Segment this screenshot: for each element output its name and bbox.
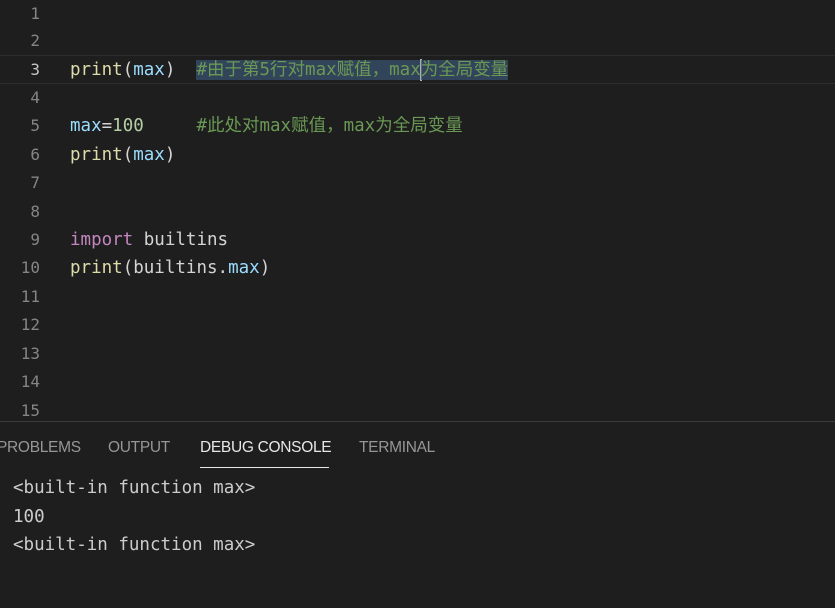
console-line: 100 — [13, 506, 45, 527]
editor-line-7[interactable]: 7 — [0, 169, 835, 198]
code-line-9: import builtins — [70, 226, 228, 255]
editor-line-4[interactable]: 4 — [0, 84, 835, 113]
tab-problems[interactable]: PROBLEMS — [0, 439, 81, 457]
code-token-keyword: import — [70, 230, 134, 250]
editor-line-14[interactable]: 14 — [0, 368, 835, 397]
tab-terminal[interactable]: TERMINAL — [359, 439, 435, 457]
code-line-3: print(max) #由于第5行对max赋值，max为全局变量 — [70, 56, 509, 85]
code-token-paren: ( — [122, 145, 134, 165]
code-token-variable: max — [70, 116, 102, 136]
selected-comment: #由于第5行对max赋值，max — [196, 60, 421, 80]
line-number: 13 — [20, 344, 40, 363]
code-token-attribute: max — [228, 258, 260, 278]
code-token-variable: max — [133, 145, 165, 165]
code-token-paren: ) — [164, 60, 176, 80]
line-number: 4 — [30, 88, 40, 107]
editor-line-10[interactable]: 10 print(builtins.max) — [0, 254, 835, 283]
code-token-paren: ( — [122, 60, 134, 80]
tab-output[interactable]: OUTPUT — [108, 439, 170, 457]
code-token-module: builtins — [143, 230, 229, 250]
code-line-5: max=100 #此处对max赋值，max为全局变量 — [70, 112, 463, 141]
line-number: 12 — [20, 315, 40, 334]
line-number: 1 — [30, 4, 40, 23]
editor-line-8[interactable]: 8 — [0, 198, 835, 227]
code-token-variable: max — [133, 60, 165, 80]
code-line-6: print(max) — [70, 141, 175, 170]
code-token-module: builtins — [133, 258, 218, 278]
line-number: 14 — [20, 372, 40, 391]
panel-tabs: PROBLEMS OUTPUT DEBUG CONSOLE TERMINAL — [0, 422, 835, 470]
code-token-paren: ( — [122, 258, 134, 278]
code-token-function: print — [70, 258, 123, 278]
line-number: 3 — [30, 60, 40, 79]
code-token-number: 100 — [112, 116, 144, 136]
editor-line-11[interactable]: 11 — [0, 283, 835, 312]
editor-line-6[interactable]: 6 print(max) — [0, 141, 835, 170]
line-number: 2 — [30, 31, 40, 50]
line-number: 5 — [30, 116, 40, 135]
editor-line-9[interactable]: 9 import builtins — [0, 226, 835, 255]
code-comment: #此处对max赋值，max为全局变量 — [196, 116, 463, 136]
editor-line-15[interactable]: 15 — [0, 397, 835, 421]
code-editor[interactable]: 1 2 3 print(max) #由于第5行对max赋值，max为全局变量 4… — [0, 0, 835, 421]
line-number: 7 — [30, 173, 40, 192]
console-line: <built-in function max> — [13, 478, 256, 498]
line-number: 15 — [20, 401, 40, 420]
code-token-operator: = — [101, 116, 113, 136]
code-token-paren: ) — [259, 258, 271, 278]
editor-line-5[interactable]: 5 max=100 #此处对max赋值，max为全局变量 — [0, 112, 835, 141]
line-number: 9 — [30, 230, 40, 249]
console-line: <built-in function max> — [13, 535, 256, 555]
selected-comment-tail: 为全局变量 — [420, 60, 509, 80]
editor-line-3[interactable]: 3 print(max) #由于第5行对max赋值，max为全局变量 — [0, 55, 835, 84]
editor-line-12[interactable]: 12 — [0, 311, 835, 340]
editor-line-2[interactable]: 2 — [0, 27, 835, 56]
code-token-function: print — [70, 60, 123, 80]
active-tab-indicator — [200, 467, 329, 468]
line-number: 6 — [30, 145, 40, 164]
line-number: 11 — [20, 287, 40, 306]
code-token-function: print — [70, 145, 123, 165]
debug-console-output[interactable]: <built-in function max> 100 <built-in func… — [13, 474, 255, 560]
editor-line-13[interactable]: 13 — [0, 340, 835, 369]
code-token-paren: ) — [164, 145, 176, 165]
bottom-panel: PROBLEMS OUTPUT DEBUG CONSOLE TERMINAL <… — [0, 421, 835, 608]
line-number: 8 — [30, 202, 40, 221]
line-number: 10 — [20, 258, 40, 277]
code-line-10: print(builtins.max) — [70, 254, 270, 283]
tab-debug-console[interactable]: DEBUG CONSOLE — [200, 439, 332, 457]
editor-line-1[interactable]: 1 — [0, 0, 835, 29]
code-token-dot: . — [217, 258, 229, 278]
